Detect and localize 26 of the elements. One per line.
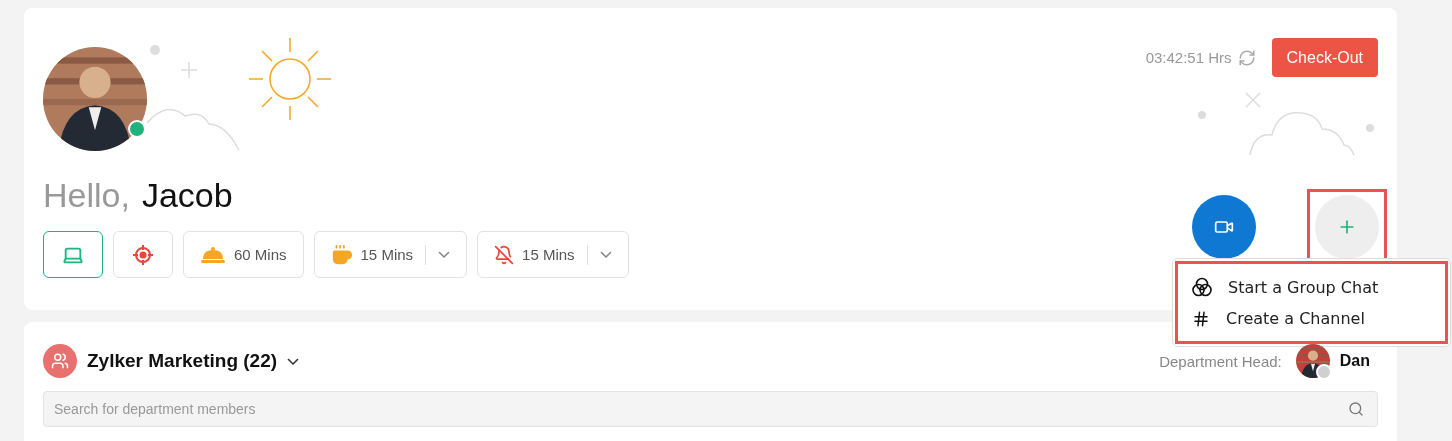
- department-title[interactable]: Zylker Marketing (22): [87, 350, 278, 372]
- status-chip[interactable]: 60 Mins: [183, 231, 304, 278]
- search-field[interactable]: Search for department members: [43, 391, 1378, 427]
- muted-bell-icon: [494, 244, 515, 265]
- department-head-label: Department Head:: [1159, 352, 1282, 370]
- circles-icon: [1192, 277, 1212, 297]
- cloche-icon: [200, 245, 226, 264]
- cup-icon: [330, 243, 353, 266]
- refresh-icon[interactable]: [1237, 48, 1256, 67]
- department-icon: [43, 344, 77, 378]
- status-chip[interactable]: 15 Mins: [477, 231, 629, 278]
- status-chip[interactable]: 15 Mins: [313, 231, 468, 278]
- menu-item-label: Create a Channel: [1226, 309, 1365, 328]
- greeting-text: Hello,: [43, 176, 130, 215]
- target-icon: [132, 243, 154, 266]
- hash-icon: [1192, 309, 1210, 328]
- check-out-button[interactable]: Check-Out: [1271, 38, 1378, 77]
- search-icon[interactable]: [1348, 401, 1364, 417]
- user-name: Jacob: [141, 176, 233, 215]
- department-head-name: Dan: [1339, 352, 1370, 370]
- menu-item-label: Start a Group Chat: [1228, 277, 1379, 297]
- menu-item[interactable]: Start a Group Chat: [1192, 277, 1445, 297]
- menu-item[interactable]: Create a Channel: [1192, 309, 1445, 328]
- timer-text: 03:42:51 Hrs: [1145, 49, 1232, 66]
- status-chip[interactable]: [43, 231, 103, 278]
- chevron-icon[interactable]: [287, 357, 300, 365]
